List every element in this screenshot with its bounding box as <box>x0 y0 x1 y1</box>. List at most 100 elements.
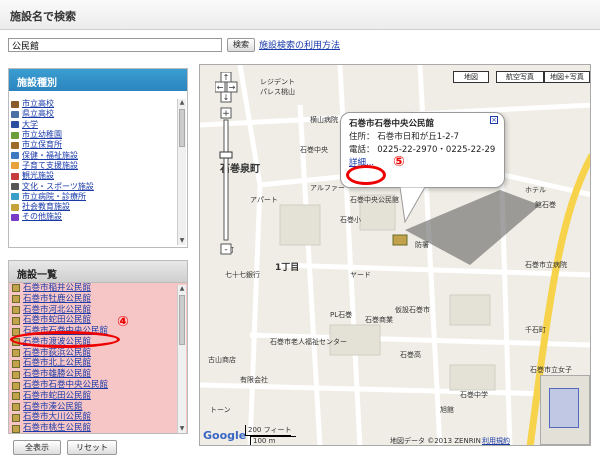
category-item[interactable]: 市立病院・診療所 <box>11 192 175 202</box>
map-label: 旭館 <box>440 406 454 414</box>
category-icon <box>11 110 19 118</box>
scroll-thumb[interactable] <box>179 109 185 147</box>
svg-text:→: → <box>229 83 236 92</box>
category-scrollbar[interactable]: ▲ ▼ <box>177 99 186 245</box>
map-label: ホテル <box>525 186 546 194</box>
facility-icon <box>12 413 20 422</box>
category-item[interactable]: 保健・福祉施設 <box>11 150 175 160</box>
facility-icon <box>12 295 20 304</box>
facility-item[interactable]: 石巻市蛇田公民館 <box>12 391 176 402</box>
show-all-button[interactable]: 全表示 <box>13 440 61 455</box>
scroll-down-icon[interactable]: ▼ <box>178 237 186 245</box>
category-icon <box>11 131 19 139</box>
facility-list: 石巻市稲井公民館 石巻市牡鹿公民館 石巻市河北公民館 石巻市蛇田公民館 石巻市石巻中央公… <box>12 283 176 433</box>
map-label: 石巻市立女子 <box>530 366 572 374</box>
map-label: 千石町 <box>525 326 546 334</box>
facility-label: 石巻市河北公民館 <box>23 304 92 315</box>
search-button[interactable]: 検索 <box>227 38 255 52</box>
popup-pointer <box>400 187 426 224</box>
terms-link[interactable]: 利用規約 <box>482 436 510 445</box>
search-input[interactable] <box>8 38 222 52</box>
category-item[interactable]: 観光施設 <box>11 171 175 181</box>
overview-map[interactable] <box>540 375 590 445</box>
category-item[interactable]: 子育て支援施設 <box>11 161 175 171</box>
facility-item[interactable]: 石巻市河北公民館 <box>12 305 176 316</box>
map-label: 防署 <box>415 241 429 249</box>
category-icon <box>11 162 19 170</box>
facility-item[interactable]: 石巻市荻浜公民館 <box>12 348 176 359</box>
facility-item[interactable]: 石巻市蛇田公民館 <box>12 315 176 326</box>
map-type-aerial[interactable]: 航空写真 <box>496 71 544 83</box>
category-item[interactable]: 社会教育施設 <box>11 202 175 212</box>
zoom-control[interactable]: ↑ ← → ↓ + - <box>214 71 239 275</box>
category-icon <box>11 203 19 211</box>
category-label: 社会教育施設 <box>22 202 70 212</box>
category-label: 観光施設 <box>22 171 54 181</box>
facility-scrollbar[interactable]: ▲ ▼ <box>177 285 186 433</box>
scroll-up-icon[interactable]: ▲ <box>178 99 186 107</box>
map-label: 石巻小 <box>340 216 361 224</box>
category-item[interactable]: その他施設 <box>11 212 175 222</box>
facility-item[interactable]: 石巻市石巻中央公民館 <box>12 380 176 391</box>
svg-text:↑: ↑ <box>223 73 230 82</box>
facility-icon <box>12 284 20 293</box>
category-label: 子育て支援施設 <box>22 160 78 170</box>
category-item[interactable]: 大学 <box>11 120 175 130</box>
map-label: アルファー <box>310 184 345 192</box>
scroll-thumb[interactable] <box>179 295 185 345</box>
map-label: 石巻中央公民館 <box>350 196 399 204</box>
map-type-map[interactable]: 地図 <box>453 71 489 83</box>
category-label: 県立高校 <box>22 109 54 119</box>
category-item[interactable]: 文化・スポーツ施設 <box>11 181 175 191</box>
facility-icon <box>12 392 20 401</box>
facility-item[interactable]: 石巻市桃生公民館 <box>12 423 176 433</box>
category-item[interactable]: 市立高校 <box>11 99 175 109</box>
category-label: 文化・スポーツ施設 <box>22 181 94 191</box>
close-icon[interactable]: × <box>490 116 498 124</box>
scroll-up-icon[interactable]: ▲ <box>178 285 186 293</box>
facility-icon <box>12 403 20 412</box>
reset-button[interactable]: リセット <box>67 440 117 455</box>
map-label: 仮設石巻市 <box>395 306 430 314</box>
category-item[interactable]: 市立保育所 <box>11 140 175 150</box>
map-label: 石巻中学 <box>460 391 488 399</box>
category-label: 市立保育所 <box>22 140 62 150</box>
facility-panel-title: 施設一覧 <box>9 261 187 283</box>
facility-label: 石巻市大川公民館 <box>23 412 92 423</box>
category-icon <box>11 172 19 180</box>
annotation-number-5: ⑤ <box>393 154 405 170</box>
category-label: その他施設 <box>22 212 62 222</box>
facility-label: 石巻市雄勝公民館 <box>23 369 92 380</box>
facility-label: 石巻市稲井公民館 <box>23 283 92 293</box>
annotation-number-4: ④ <box>117 314 129 330</box>
facility-panel: 施設一覧 石巻市稲井公民館 石巻市牡鹿公民館 石巻市河北公民館 石巻市蛇田公民館 石巻市… <box>8 260 188 434</box>
search-help-link[interactable]: 施設検索の利用方法 <box>259 38 340 51</box>
facility-item[interactable]: 石巻市稲井公民館 <box>12 283 176 294</box>
facility-item[interactable]: 石巻市大川公民館 <box>12 412 176 424</box>
map-label: 石巻市立病院 <box>525 261 567 269</box>
svg-text:+: + <box>222 109 230 119</box>
facility-item[interactable]: 石巻市牡鹿公民館 <box>12 294 176 305</box>
facility-item[interactable]: 石巻市湊公民館 <box>12 402 176 413</box>
category-icon <box>11 193 19 201</box>
map-label: 横山病院 <box>310 116 338 124</box>
category-icon <box>11 141 19 149</box>
category-item[interactable]: 市立幼稚園 <box>11 130 175 140</box>
map-type-hybrid[interactable]: 地図+写真 <box>544 71 590 83</box>
facility-item[interactable]: 石巻市雄勝公民館 <box>12 369 176 380</box>
svg-text:-: - <box>224 245 227 255</box>
overview-viewport[interactable] <box>549 388 579 428</box>
map-label: 石巻市老人福祉センター <box>270 338 347 346</box>
google-logo: Google <box>203 429 247 442</box>
category-label: 市立病院・診療所 <box>22 191 86 201</box>
category-item[interactable]: 県立高校 <box>11 109 175 119</box>
annotation-circle-4 <box>10 331 120 348</box>
facility-icon <box>12 305 20 314</box>
scroll-down-icon[interactable]: ▼ <box>178 425 186 433</box>
annotation-circle-5 <box>346 165 386 185</box>
facility-item[interactable]: 石巻市北上公民館 <box>12 358 176 370</box>
popup-phone: 電話： 0225-22-2970・0225-22-2976 <box>349 145 496 155</box>
facility-icon <box>12 349 20 358</box>
category-label: 市立高校 <box>22 99 54 109</box>
facility-label: 石巻市桃生公民館 <box>23 423 92 433</box>
